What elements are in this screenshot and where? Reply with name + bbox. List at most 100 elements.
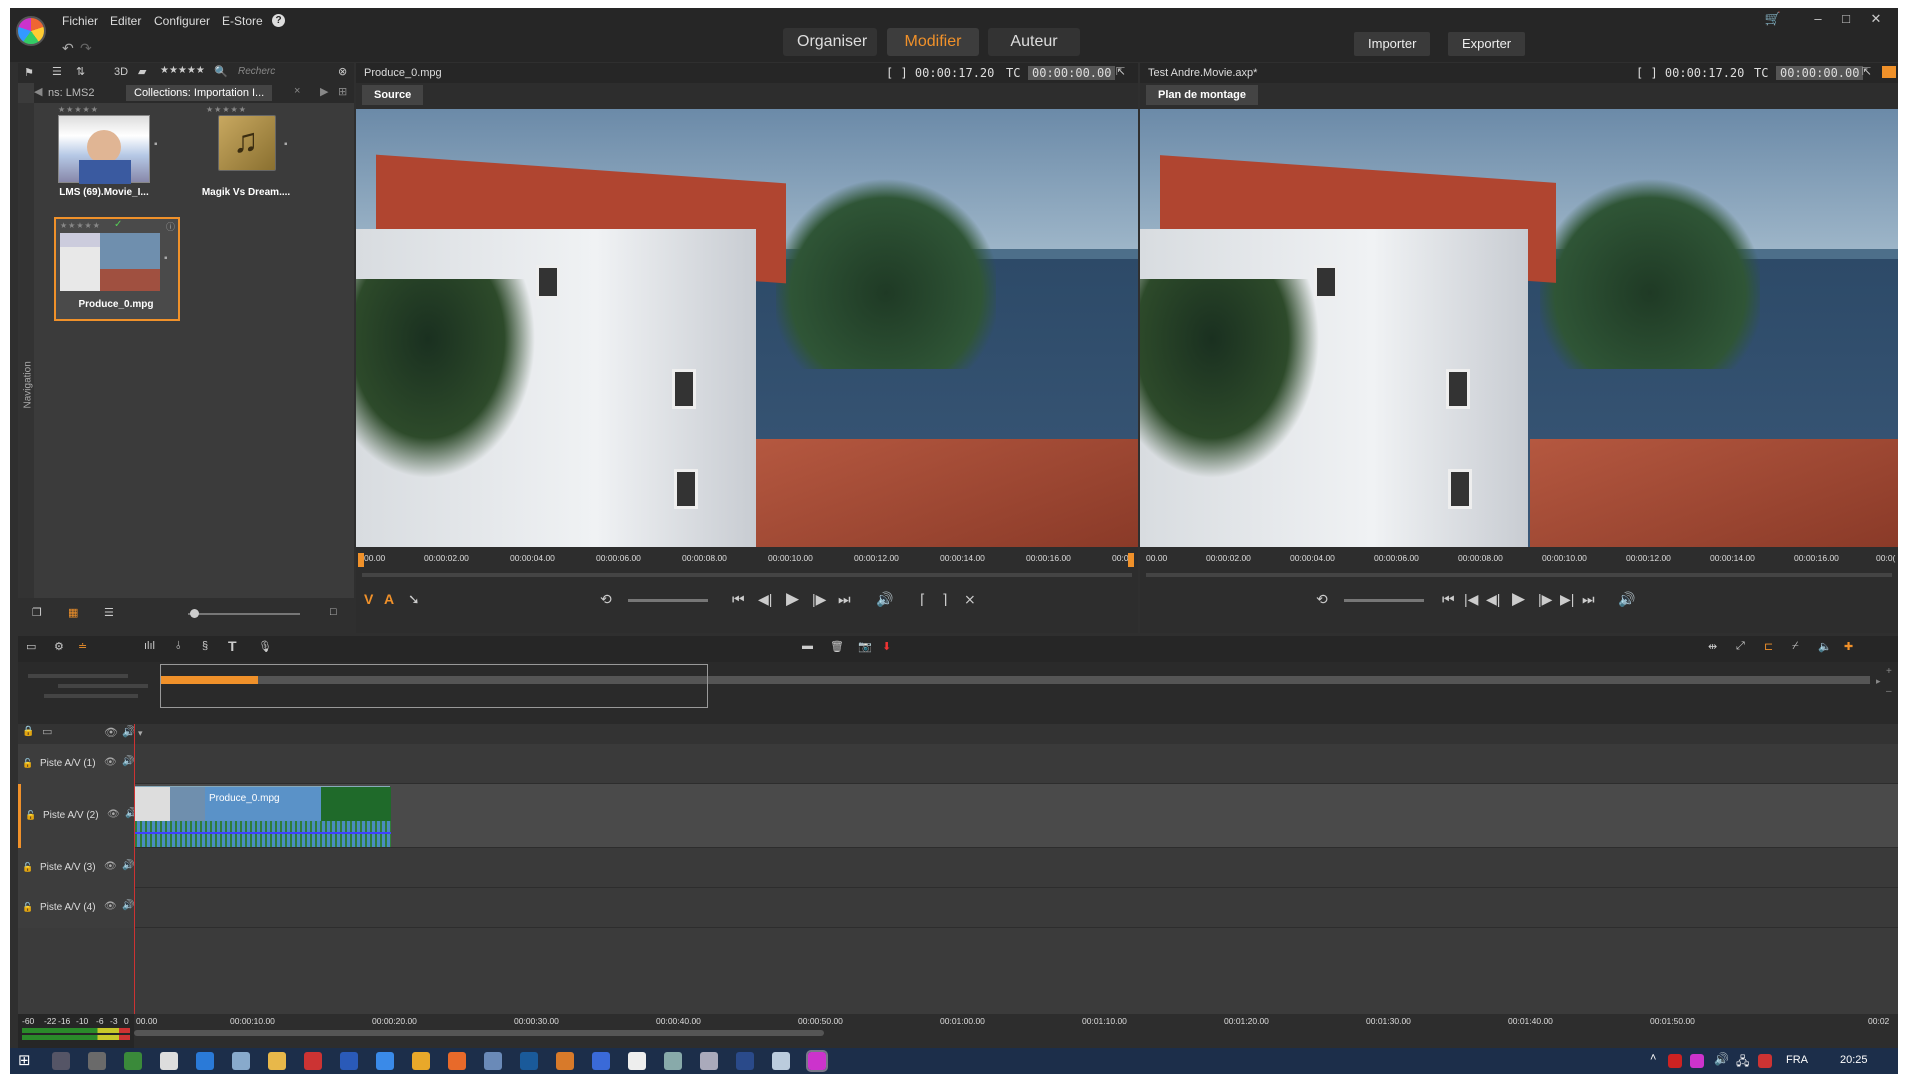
track-lane[interactable] <box>134 888 1898 928</box>
tab-collections-import[interactable]: Collections: Importation I... <box>126 85 273 101</box>
frame-forward-icon[interactable]: |▶ <box>1538 591 1552 608</box>
app-icon[interactable] <box>664 1052 682 1070</box>
tab-close-icon[interactable]: × <box>294 85 300 97</box>
go-end-icon[interactable]: ⏭ <box>1582 591 1595 608</box>
mark-in-icon[interactable]: ⌈ <box>920 591 925 608</box>
playhead-start-marker[interactable] <box>358 553 364 567</box>
track-lane[interactable]: Produce_0.mpg <box>134 784 1898 848</box>
close-icon[interactable]: ✕ <box>1863 12 1889 28</box>
start-icon[interactable]: ⊞ <box>18 1051 31 1069</box>
playhead-line[interactable] <box>134 724 135 1014</box>
rating-stars[interactable]: ★★★★★ <box>206 105 247 114</box>
video-toggle-button[interactable]: V <box>364 591 373 607</box>
source-ruler[interactable]: 00.00 00:00:02.00 00:00:04.00 00:00:06.0… <box>356 553 1138 567</box>
playhead-end-marker[interactable] <box>1128 553 1134 567</box>
timeline-clip[interactable]: Produce_0.mpg <box>134 786 391 847</box>
navigation-strip[interactable]: Navigation <box>18 103 34 633</box>
folder-icon[interactable] <box>268 1052 286 1070</box>
tab-auteur[interactable]: Auteur <box>988 28 1080 56</box>
export-button[interactable]: Exporter <box>1448 32 1526 56</box>
frame-back-icon[interactable]: ◀| <box>1486 591 1500 608</box>
play-icon[interactable]: ▶ <box>1512 589 1525 609</box>
go-start-icon[interactable]: ⏮ <box>732 591 745 608</box>
speaker-icon[interactable]: 🔊 <box>122 900 134 911</box>
insert-mode-icon[interactable]: ✚ <box>1844 640 1853 653</box>
import-button[interactable]: Importer <box>1354 32 1431 56</box>
loop-icon[interactable]: ⟲ <box>1316 591 1328 608</box>
timeline-scrollbar[interactable] <box>134 1030 824 1036</box>
tab-modifier[interactable]: Modifier <box>887 28 979 56</box>
go-start-icon[interactable]: ⏮ <box>1442 591 1455 608</box>
sort-icon[interactable]: ⇅ <box>76 65 85 78</box>
mark-out-icon[interactable]: ⌉ <box>942 591 947 608</box>
dynamic-length-icon[interactable]: ⫰ <box>176 640 181 653</box>
marker-icon[interactable]: ⬇ <box>882 640 891 653</box>
tray-icon[interactable] <box>1668 1054 1682 1068</box>
clear-marks-icon[interactable]: ⨯ <box>964 591 976 608</box>
eye-icon[interactable]: 👁 <box>104 757 117 768</box>
trash-icon[interactable]: 🗑 <box>830 640 844 653</box>
grid-view-icon[interactable]: ▦ <box>68 606 78 619</box>
navigator-viewport[interactable] <box>160 664 708 708</box>
eye-icon[interactable]: 👁 <box>104 726 118 739</box>
chrome-icon[interactable] <box>412 1052 430 1070</box>
firefox-icon[interactable] <box>448 1052 466 1070</box>
taskview-icon[interactable] <box>52 1052 70 1070</box>
media-thumbnail-lms[interactable] <box>58 115 150 184</box>
audio-toggle-button[interactable]: A <box>384 591 394 607</box>
lock-icon[interactable]: 🔓 <box>22 758 33 769</box>
app-icon[interactable] <box>88 1052 106 1070</box>
app-icon[interactable] <box>124 1052 142 1070</box>
track-lane[interactable] <box>134 744 1898 784</box>
step-back-icon[interactable]: |◀ <box>1464 591 1478 608</box>
media-item-selected[interactable]: ★★★★★ ✓ ⓘ ▪ Produce_0.mpg <box>54 217 180 321</box>
minimize-icon[interactable]: – <box>1805 12 1831 28</box>
menu-estore[interactable]: E-Store <box>222 14 263 28</box>
audio-scrub-icon[interactable]: 🔈 <box>1818 640 1832 653</box>
step-forward-icon[interactable]: ▶| <box>1560 591 1574 608</box>
edit-mode-icon[interactable]: ≐ <box>78 640 87 653</box>
track-lane[interactable] <box>134 848 1898 888</box>
settings-icon[interactable]: ⚙ <box>54 640 64 653</box>
tray-chevron-icon[interactable]: ˄ <box>1650 1052 1656 1064</box>
media-thumbnail-audio[interactable]: ♫ <box>218 115 276 171</box>
popout-icon[interactable]: ⇱ <box>1862 65 1871 78</box>
shuttle-slider[interactable] <box>628 599 708 602</box>
timeline-viewer-ruler[interactable]: 00.00 00:00:02.00 00:00:04.00 00:00:06.0… <box>1140 553 1898 567</box>
maximize-icon[interactable]: □ <box>1833 12 1859 28</box>
app-icon[interactable] <box>484 1052 502 1070</box>
popout-icon[interactable]: ⇱ <box>1116 65 1125 78</box>
tab-plan-de-montage[interactable]: Plan de montage <box>1146 85 1259 105</box>
edge-icon[interactable] <box>196 1052 214 1070</box>
undo-icon[interactable]: ↶ <box>62 40 74 57</box>
split-icon[interactable]: ⌿ <box>1792 640 1799 653</box>
lock-icon[interactable]: 🔓 <box>22 902 33 913</box>
ripple-icon[interactable]: ⤢ <box>1736 640 1745 653</box>
zoom-in-icon[interactable]: + <box>1886 666 1892 677</box>
details-view-icon[interactable]: ☰ <box>104 606 114 619</box>
navigator-scroll-icon[interactable]: ▸ <box>1876 676 1881 687</box>
magnet-icon[interactable]: ⊏ <box>1764 640 1773 653</box>
app-icon[interactable] <box>232 1052 250 1070</box>
app-icon[interactable] <box>340 1052 358 1070</box>
tag-icon[interactable]: ▰ <box>138 65 146 78</box>
app-icon[interactable] <box>556 1052 574 1070</box>
lock-icon[interactable]: 🔒 <box>22 726 34 737</box>
app-icon[interactable] <box>628 1052 646 1070</box>
step-forward-icon[interactable]: |▶ <box>812 591 826 608</box>
timeline-scrub-bar[interactable] <box>1146 573 1892 577</box>
menu-editer[interactable]: Editer <box>110 14 141 28</box>
lock-icon[interactable]: 🔓 <box>22 862 33 873</box>
info-icon[interactable]: ⓘ <box>166 220 175 233</box>
clear-search-icon[interactable]: ⊗ <box>338 65 347 78</box>
volume-icon[interactable]: 🔊 <box>876 591 893 608</box>
loop-icon[interactable]: ⟲ <box>600 591 612 608</box>
tray-icon[interactable] <box>1690 1054 1704 1068</box>
go-end-icon[interactable]: ⏭ <box>838 591 851 608</box>
tab-next-icon[interactable]: ▶ <box>320 85 328 98</box>
source-scrub-bar[interactable] <box>362 573 1132 577</box>
tab-prev-icon[interactable]: ◀ <box>34 85 42 98</box>
volume-icon[interactable]: 🔊 <box>1618 591 1635 608</box>
ie-icon[interactable] <box>376 1052 394 1070</box>
project-timecode[interactable]: 00:00:00.00 <box>1776 66 1864 80</box>
